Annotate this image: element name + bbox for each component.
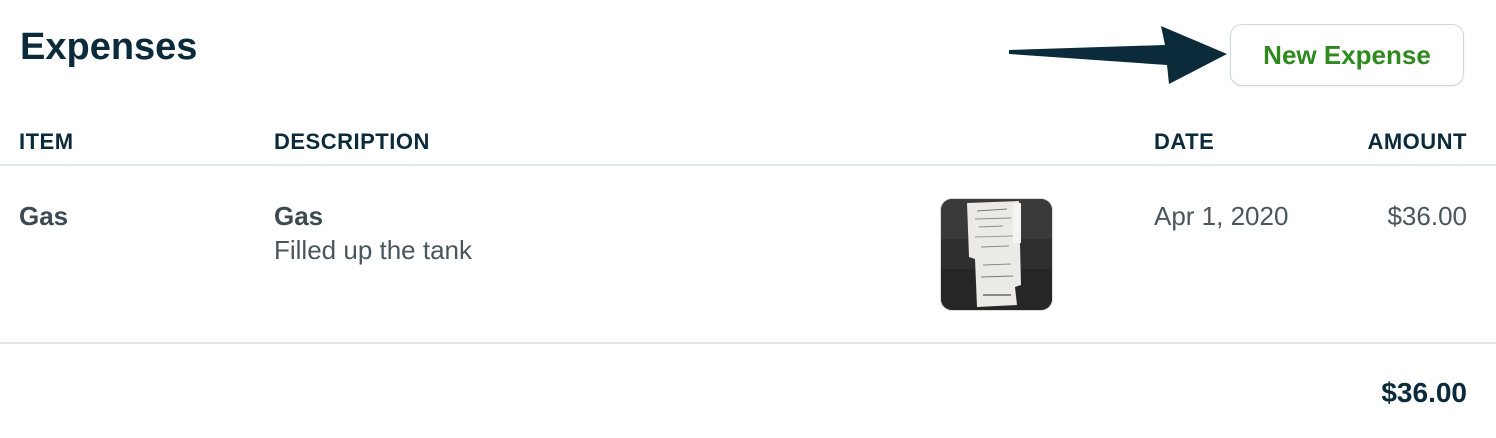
column-header-amount: AMOUNT	[1367, 129, 1467, 154]
item-cell: Gas	[19, 201, 69, 231]
header-divider	[0, 164, 1496, 166]
pointer-arrow-icon	[1009, 26, 1227, 84]
footer-divider	[0, 342, 1496, 344]
total-amount: $36.00	[1381, 377, 1467, 408]
column-header-date: DATE	[1154, 129, 1215, 154]
amount-cell: $36.00	[1387, 201, 1467, 231]
column-header-description: DESCRIPTION	[274, 129, 430, 154]
description-title: Gas	[274, 201, 324, 231]
column-header-item: ITEM	[19, 129, 74, 154]
date-cell: Apr 1, 2020	[1154, 201, 1289, 231]
page-title: Expenses	[20, 26, 198, 68]
new-expense-button[interactable]: New Expense	[1230, 24, 1464, 86]
description-text: Filled up the tank	[274, 235, 473, 265]
receipt-photo-icon[interactable]	[940, 198, 1053, 311]
